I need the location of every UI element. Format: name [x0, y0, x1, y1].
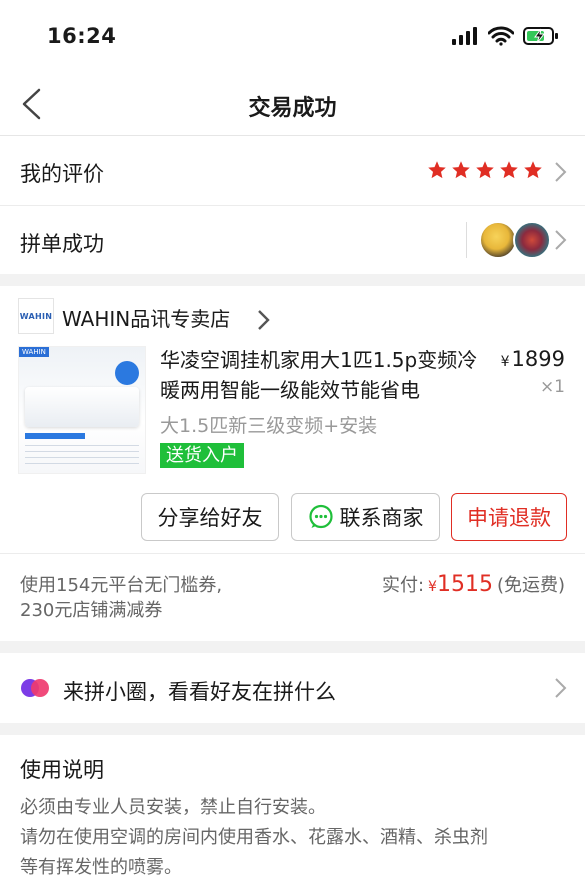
my-review-label: 我的评价	[20, 162, 104, 186]
usage-line: 等有挥发性的喷雾。	[20, 857, 182, 878]
battery-charging-icon	[523, 27, 558, 45]
divider	[0, 553, 585, 554]
rating-stars	[427, 160, 543, 180]
coupon-line: 使用154元平台无门槛券,	[20, 575, 223, 596]
star-icon	[500, 161, 518, 179]
product-image-badge	[115, 361, 139, 385]
coupon-info: 使用154元平台无门槛券, 230元店铺满减券	[20, 573, 222, 623]
chat-icon	[308, 504, 333, 529]
page-title: 交易成功	[248, 96, 337, 121]
paid-amount: 实付: ¥1515 (免运费)	[382, 571, 565, 597]
product-image-brand: WAHIN	[19, 347, 49, 357]
chevron-right-icon	[555, 678, 567, 698]
star-icon	[476, 161, 494, 179]
friends-circle-icon	[21, 679, 49, 697]
product-image-bar	[25, 433, 85, 439]
shipping-note: (免运费)	[496, 575, 565, 596]
paid-label: 实付:	[381, 575, 425, 596]
status-icons	[451, 26, 559, 46]
currency-symbol: ¥	[428, 579, 437, 595]
price-value: 1899	[511, 347, 565, 371]
status-time: 16:24	[47, 24, 117, 48]
cellular-signal-icon	[452, 27, 477, 45]
status-bar: 16:24	[0, 0, 585, 72]
section-gap	[0, 723, 585, 735]
contact-seller-label: 联系商家	[339, 506, 424, 530]
coupon-line: 230元店铺满减券	[20, 600, 163, 621]
star-icon	[524, 161, 542, 179]
store-name[interactable]: WAHIN品讯专卖店	[62, 303, 230, 332]
product-image[interactable]: WAHIN	[18, 346, 146, 474]
product-price: ¥1899	[501, 347, 565, 371]
avatar	[513, 221, 551, 259]
usage-line: 请勿在使用空调的房间内使用香水、花露水、酒精、杀虫剂	[20, 827, 488, 848]
usage-body: 必须由专业人员安装，禁止自行安装。 请勿在使用空调的房间内使用香水、花露水、酒精…	[20, 793, 580, 883]
wifi-icon	[488, 26, 514, 46]
usage-title: 使用说明	[20, 758, 104, 782]
chevron-right-icon	[555, 162, 567, 182]
product-image-specs	[25, 445, 139, 469]
avatar	[479, 221, 517, 259]
product-title[interactable]: 华凌空调挂机家用大1匹1.5p变频冷暖两用智能一级能效节能省电	[160, 345, 490, 405]
group-buy-label: 拼单成功	[20, 232, 104, 256]
refund-button[interactable]: 申请退款	[451, 493, 567, 541]
store-logo-text: WAHIN	[19, 311, 53, 321]
store-logo[interactable]: WAHIN	[18, 298, 54, 334]
chevron-right-icon	[555, 230, 567, 250]
currency-symbol: ¥	[500, 354, 510, 370]
star-icon	[428, 161, 446, 179]
star-icon	[452, 161, 470, 179]
group-members	[466, 219, 551, 261]
product-spec: 大1.5匹新三级变频+安装	[160, 415, 378, 437]
section-gap	[0, 274, 585, 286]
delivery-tag: 送货入户	[160, 443, 244, 468]
contact-seller-button[interactable]: 联系商家	[291, 493, 440, 541]
paid-value: 1515	[436, 572, 493, 597]
usage-line: 必须由专业人员安装，禁止自行安装。	[20, 797, 326, 818]
friends-circle-text: 来拼小圈，看看好友在拼什么	[63, 680, 336, 704]
navigation-bar: 交易成功	[0, 72, 585, 136]
product-quantity: ×1	[539, 377, 565, 397]
chevron-right-icon	[258, 310, 270, 330]
share-button[interactable]: 分享给好友	[141, 493, 279, 541]
air-conditioner-graphic	[25, 387, 139, 427]
divider	[466, 222, 467, 258]
section-gap	[0, 641, 585, 653]
